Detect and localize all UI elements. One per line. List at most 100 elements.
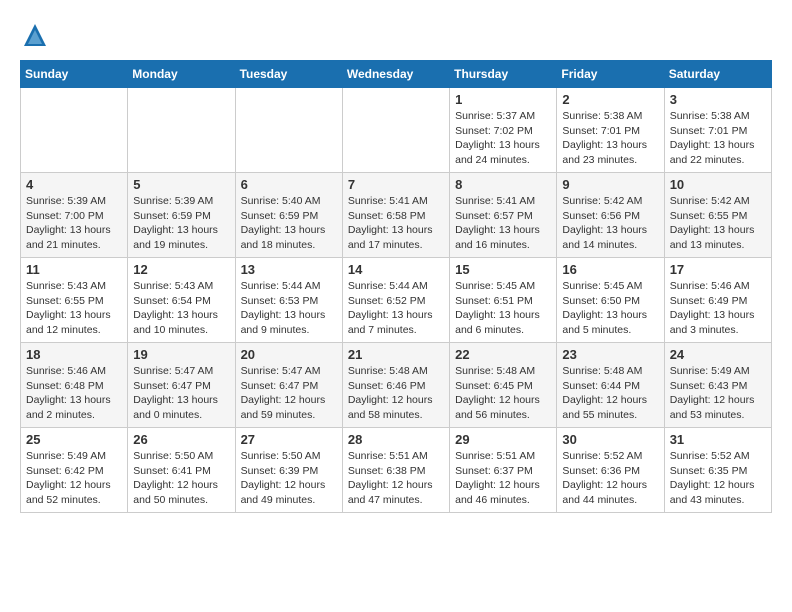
calendar-cell: 27 Sunrise: 5:50 AM Sunset: 6:39 PM Dayli…: [235, 428, 342, 513]
logo-icon: [20, 20, 50, 50]
cell-date: 5: [133, 177, 229, 192]
cell-date: 17: [670, 262, 766, 277]
cell-date: 4: [26, 177, 122, 192]
cell-date: 10: [670, 177, 766, 192]
calendar-cell: 6Sunrise: 5:40 AM Sunset: 6:59 PM Daylig…: [235, 173, 342, 258]
calendar-cell: 1 Sunrise: 5:37 AM Sunset: 7:02 PM Daylig…: [450, 88, 557, 173]
cell-info: Sunrise: 5:48 AM Sunset: 6:46 PM Dayligh…: [348, 364, 444, 423]
cell-date: 13: [241, 262, 337, 277]
calendar-header: SundayMondayTuesdayWednesdayThursdayFrid…: [21, 61, 772, 88]
cell-date: 9: [562, 177, 658, 192]
cell-date: 16: [562, 262, 658, 277]
header-row: SundayMondayTuesdayWednesdayThursdayFrid…: [21, 61, 772, 88]
calendar-cell: [235, 88, 342, 173]
cell-info: Sunrise: 5:50 AM Sunset: 6:41 PM Dayligh…: [133, 449, 229, 508]
calendar-cell: 16 Sunrise: 5:45 AM Sunset: 6:50 PM Dayli…: [557, 258, 664, 343]
calendar-cell: 13 Sunrise: 5:44 AM Sunset: 6:53 PM Dayli…: [235, 258, 342, 343]
cell-date: 1: [455, 92, 551, 107]
cell-date: 12: [133, 262, 229, 277]
cell-date: 15: [455, 262, 551, 277]
cell-info: Sunrise: 5:44 AM Sunset: 6:52 PM Dayligh…: [348, 279, 444, 338]
week-row-5: 25 Sunrise: 5:49 AM Sunset: 6:42 PM Dayli…: [21, 428, 772, 513]
day-header-saturday: Saturday: [664, 61, 771, 88]
calendar-cell: 31 Sunrise: 5:52 AM Sunset: 6:35 PM Dayli…: [664, 428, 771, 513]
day-header-wednesday: Wednesday: [342, 61, 449, 88]
calendar-cell: [21, 88, 128, 173]
day-header-monday: Monday: [128, 61, 235, 88]
calendar-cell: 14 Sunrise: 5:44 AM Sunset: 6:52 PM Dayli…: [342, 258, 449, 343]
calendar-cell: 7Sunrise: 5:41 AM Sunset: 6:58 PM Daylig…: [342, 173, 449, 258]
calendar-cell: 23 Sunrise: 5:48 AM Sunset: 6:44 PM Dayli…: [557, 343, 664, 428]
calendar-cell: 24 Sunrise: 5:49 AM Sunset: 6:43 PM Dayli…: [664, 343, 771, 428]
cell-info: Sunrise: 5:41 AM Sunset: 6:58 PM Dayligh…: [348, 194, 444, 253]
cell-date: 18: [26, 347, 122, 362]
cell-info: Sunrise: 5:38 AM Sunset: 7:01 PM Dayligh…: [562, 109, 658, 168]
cell-info: Sunrise: 5:48 AM Sunset: 6:45 PM Dayligh…: [455, 364, 551, 423]
calendar-table: SundayMondayTuesdayWednesdayThursdayFrid…: [20, 60, 772, 513]
cell-info: Sunrise: 5:47 AM Sunset: 6:47 PM Dayligh…: [241, 364, 337, 423]
cell-info: Sunrise: 5:52 AM Sunset: 6:36 PM Dayligh…: [562, 449, 658, 508]
calendar-cell: 26 Sunrise: 5:50 AM Sunset: 6:41 PM Dayli…: [128, 428, 235, 513]
cell-info: Sunrise: 5:44 AM Sunset: 6:53 PM Dayligh…: [241, 279, 337, 338]
cell-info: Sunrise: 5:41 AM Sunset: 6:57 PM Dayligh…: [455, 194, 551, 253]
calendar-cell: 8 Sunrise: 5:41 AM Sunset: 6:57 PM Daylig…: [450, 173, 557, 258]
cell-info: Sunrise: 5:43 AM Sunset: 6:54 PM Dayligh…: [133, 279, 229, 338]
cell-info: Sunrise: 5:39 AM Sunset: 6:59 PM Dayligh…: [133, 194, 229, 253]
cell-info: Sunrise: 5:48 AM Sunset: 6:44 PM Dayligh…: [562, 364, 658, 423]
calendar-cell: [342, 88, 449, 173]
cell-date: 23: [562, 347, 658, 362]
cell-info: Sunrise: 5:50 AM Sunset: 6:39 PM Dayligh…: [241, 449, 337, 508]
cell-info: Sunrise: 5:45 AM Sunset: 6:50 PM Dayligh…: [562, 279, 658, 338]
cell-date: 22: [455, 347, 551, 362]
day-header-tuesday: Tuesday: [235, 61, 342, 88]
cell-info: Sunrise: 5:39 AM Sunset: 7:00 PM Dayligh…: [26, 194, 122, 253]
calendar-cell: 22 Sunrise: 5:48 AM Sunset: 6:45 PM Dayli…: [450, 343, 557, 428]
calendar-cell: 11Sunrise: 5:43 AM Sunset: 6:55 PM Dayli…: [21, 258, 128, 343]
logo: [20, 20, 54, 50]
cell-date: 29: [455, 432, 551, 447]
cell-info: Sunrise: 5:45 AM Sunset: 6:51 PM Dayligh…: [455, 279, 551, 338]
cell-info: Sunrise: 5:49 AM Sunset: 6:42 PM Dayligh…: [26, 449, 122, 508]
calendar-cell: 5 Sunrise: 5:39 AM Sunset: 6:59 PM Daylig…: [128, 173, 235, 258]
calendar-body: 1 Sunrise: 5:37 AM Sunset: 7:02 PM Daylig…: [21, 88, 772, 513]
day-header-sunday: Sunday: [21, 61, 128, 88]
calendar-cell: 21Sunrise: 5:48 AM Sunset: 6:46 PM Dayli…: [342, 343, 449, 428]
cell-date: 27: [241, 432, 337, 447]
cell-info: Sunrise: 5:42 AM Sunset: 6:55 PM Dayligh…: [670, 194, 766, 253]
cell-date: 31: [670, 432, 766, 447]
day-header-friday: Friday: [557, 61, 664, 88]
cell-date: 20: [241, 347, 337, 362]
cell-date: 25: [26, 432, 122, 447]
calendar-cell: 19Sunrise: 5:47 AM Sunset: 6:47 PM Dayli…: [128, 343, 235, 428]
week-row-4: 18 Sunrise: 5:46 AM Sunset: 6:48 PM Dayli…: [21, 343, 772, 428]
calendar-cell: 2Sunrise: 5:38 AM Sunset: 7:01 PM Daylig…: [557, 88, 664, 173]
cell-date: 19: [133, 347, 229, 362]
cell-date: 24: [670, 347, 766, 362]
cell-date: 14: [348, 262, 444, 277]
calendar-cell: 4 Sunrise: 5:39 AM Sunset: 7:00 PM Daylig…: [21, 173, 128, 258]
week-row-3: 11Sunrise: 5:43 AM Sunset: 6:55 PM Dayli…: [21, 258, 772, 343]
calendar-cell: 18 Sunrise: 5:46 AM Sunset: 6:48 PM Dayli…: [21, 343, 128, 428]
calendar-cell: 3Sunrise: 5:38 AM Sunset: 7:01 PM Daylig…: [664, 88, 771, 173]
cell-date: 30: [562, 432, 658, 447]
page-header: [20, 20, 772, 50]
week-row-1: 1 Sunrise: 5:37 AM Sunset: 7:02 PM Daylig…: [21, 88, 772, 173]
calendar-cell: 15 Sunrise: 5:45 AM Sunset: 6:51 PM Dayli…: [450, 258, 557, 343]
cell-info: Sunrise: 5:46 AM Sunset: 6:48 PM Dayligh…: [26, 364, 122, 423]
day-header-thursday: Thursday: [450, 61, 557, 88]
calendar-cell: 29 Sunrise: 5:51 AM Sunset: 6:37 PM Dayli…: [450, 428, 557, 513]
cell-info: Sunrise: 5:46 AM Sunset: 6:49 PM Dayligh…: [670, 279, 766, 338]
cell-info: Sunrise: 5:43 AM Sunset: 6:55 PM Dayligh…: [26, 279, 122, 338]
calendar-cell: 28Sunrise: 5:51 AM Sunset: 6:38 PM Dayli…: [342, 428, 449, 513]
cell-info: Sunrise: 5:51 AM Sunset: 6:37 PM Dayligh…: [455, 449, 551, 508]
cell-info: Sunrise: 5:52 AM Sunset: 6:35 PM Dayligh…: [670, 449, 766, 508]
calendar-cell: 17 Sunrise: 5:46 AM Sunset: 6:49 PM Dayli…: [664, 258, 771, 343]
calendar-cell: 30 Sunrise: 5:52 AM Sunset: 6:36 PM Dayli…: [557, 428, 664, 513]
cell-info: Sunrise: 5:49 AM Sunset: 6:43 PM Dayligh…: [670, 364, 766, 423]
cell-date: 28: [348, 432, 444, 447]
cell-date: 8: [455, 177, 551, 192]
cell-date: 26: [133, 432, 229, 447]
cell-info: Sunrise: 5:37 AM Sunset: 7:02 PM Dayligh…: [455, 109, 551, 168]
cell-date: 3: [670, 92, 766, 107]
calendar-cell: 10 Sunrise: 5:42 AM Sunset: 6:55 PM Dayli…: [664, 173, 771, 258]
